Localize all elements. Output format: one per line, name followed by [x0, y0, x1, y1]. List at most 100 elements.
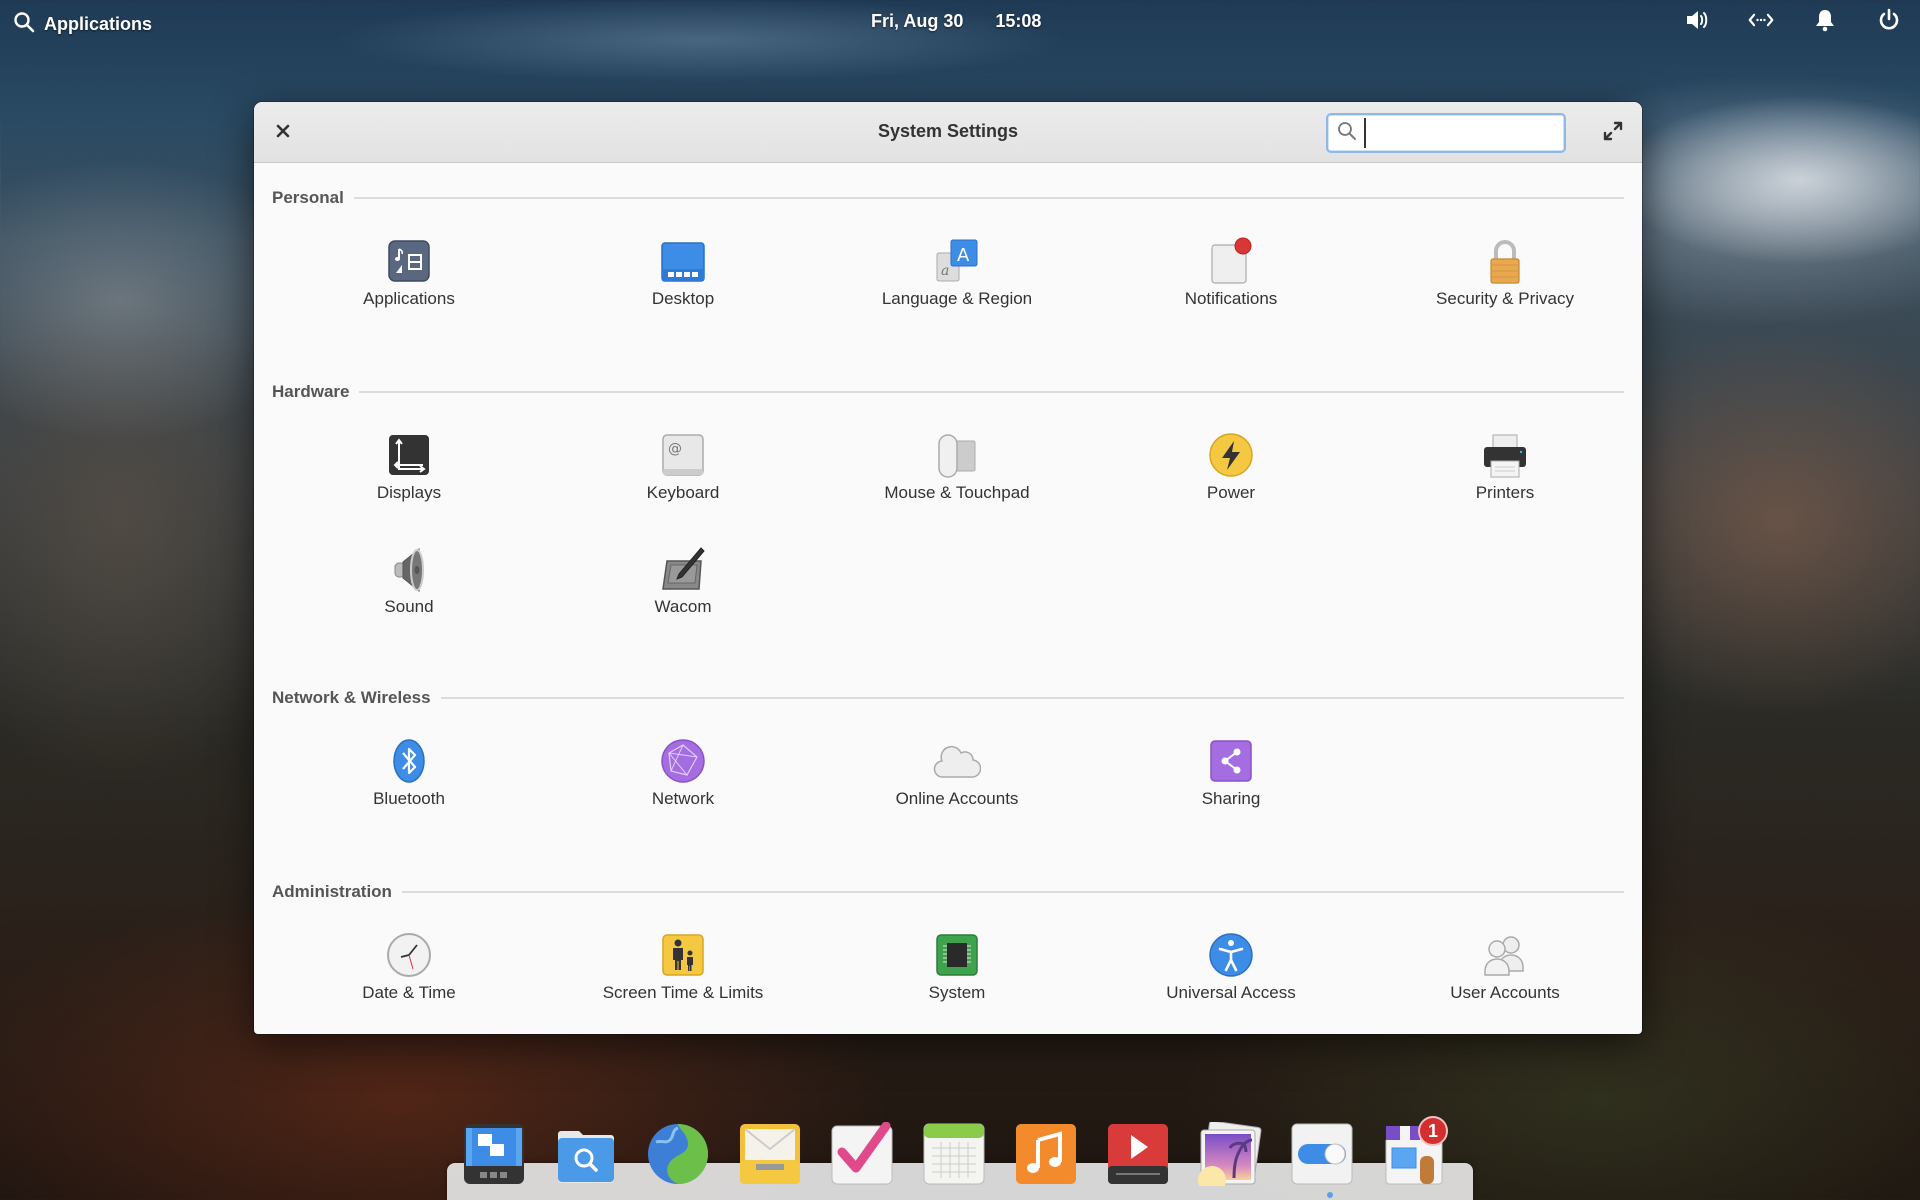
plug-system[interactable]: System: [820, 931, 1094, 1027]
checkmark-icon: [830, 1121, 894, 1190]
plug-label: Sharing: [1201, 789, 1261, 808]
plug-sound[interactable]: Sound: [272, 545, 546, 641]
search-field[interactable]: [1326, 113, 1566, 153]
dock-item-mail[interactable]: [738, 1122, 802, 1186]
section-divider: [440, 697, 1624, 699]
plug-label: Notifications: [1184, 289, 1278, 308]
search-icon: [1336, 120, 1358, 147]
cloud-icon: [933, 737, 981, 785]
session-indicator[interactable]: [1872, 8, 1906, 36]
plug-keyboard[interactable]: @ Keyboard: [546, 431, 820, 527]
notifications-icon: [1207, 237, 1255, 285]
plug-label: Network: [651, 789, 715, 808]
dock-item-photos[interactable]: [1198, 1120, 1262, 1194]
search-icon: [12, 10, 36, 39]
multitasking-icon: [462, 1124, 526, 1190]
printer-icon: [1481, 431, 1529, 479]
panel-date: Fri, Aug 30: [871, 11, 964, 31]
plug-wacom[interactable]: Wacom: [546, 545, 820, 641]
panel-time: 15:08: [995, 11, 1042, 31]
users-icon: [1481, 931, 1529, 979]
section-header-personal: Personal: [272, 185, 1624, 211]
plug-security-privacy[interactable]: Security & Privacy: [1368, 237, 1642, 333]
speaker-icon: [385, 545, 433, 593]
plug-universal-access[interactable]: Universal Access: [1094, 931, 1368, 1027]
calendar-icon: [922, 1123, 986, 1190]
clock-icon: [385, 931, 433, 979]
section-title: Hardware: [272, 382, 350, 401]
language-icon: aA: [933, 237, 981, 285]
plug-label: System: [928, 983, 986, 1002]
plug-label: Printers: [1475, 483, 1535, 502]
music-note-icon: [1014, 1124, 1078, 1190]
plug-label: Displays: [376, 483, 442, 502]
plug-screen-time-limits[interactable]: Screen Time & Limits: [546, 931, 820, 1027]
plug-online-accounts[interactable]: Online Accounts: [820, 737, 1094, 833]
dock-item-multitasking-view[interactable]: [462, 1122, 526, 1186]
running-indicator: [1327, 1192, 1333, 1198]
plug-label: Wacom: [654, 597, 712, 616]
plug-language-region[interactable]: aA Language & Region: [820, 237, 1094, 333]
plug-date-time[interactable]: Date & Time: [272, 931, 546, 1027]
update-count-badge: 1: [1418, 1116, 1448, 1146]
plug-label: Screen Time & Limits: [602, 983, 764, 1002]
panel-indicators: [1680, 8, 1906, 36]
dock-item-web-browser[interactable]: [646, 1122, 710, 1186]
maximize-button[interactable]: [1598, 118, 1628, 148]
dock-item-videos[interactable]: [1106, 1122, 1170, 1186]
plug-printers[interactable]: Printers: [1368, 431, 1642, 527]
plug-network[interactable]: Network: [546, 737, 820, 833]
padlock-icon: [1481, 237, 1529, 285]
maximize-icon: [1603, 121, 1623, 146]
network-wired-icon: [1748, 7, 1774, 38]
plug-label: Universal Access: [1166, 983, 1296, 1002]
share-icon: [1207, 737, 1255, 785]
plug-label: Applications: [363, 289, 455, 308]
plug-sharing[interactable]: Sharing: [1094, 737, 1368, 833]
notifications-bell-icon: [1812, 7, 1838, 38]
parental-icon: [659, 931, 707, 979]
section-header-hardware: Hardware: [272, 379, 1624, 405]
files-search-icon: [554, 1131, 618, 1190]
plug-power[interactable]: Power: [1094, 431, 1368, 527]
dock-item-appcenter[interactable]: 1: [1382, 1116, 1448, 1186]
section-header-network-wireless: Network & Wireless: [272, 685, 1624, 711]
plug-bluetooth[interactable]: Bluetooth: [272, 737, 546, 833]
section-hardware: Displays @ Keyboard Mouse & Touchpad Pow…: [272, 431, 1624, 641]
plug-user-accounts[interactable]: User Accounts: [1368, 931, 1642, 1027]
applications-menu-button[interactable]: Applications: [12, 10, 152, 39]
titlebar: System Settings: [254, 102, 1642, 163]
volume-indicator[interactable]: [1680, 8, 1714, 36]
toggle-switch-icon: [1290, 1123, 1354, 1190]
applications-label: Applications: [44, 14, 153, 34]
plug-applications[interactable]: Applications: [272, 237, 546, 333]
settings-content: Personal Applications Desktop aA Languag…: [254, 185, 1642, 1027]
date-time-indicator[interactable]: Fri, Aug 30 15:08: [871, 11, 1041, 32]
notifications-indicator[interactable]: [1808, 8, 1842, 36]
dock-item-calendar[interactable]: [922, 1122, 986, 1186]
network-globe-icon: [659, 737, 707, 785]
section-header-administration: Administration: [272, 879, 1624, 905]
section-divider: [353, 197, 1624, 199]
plug-label: Keyboard: [646, 483, 720, 502]
network-indicator[interactable]: [1744, 8, 1778, 36]
dock-item-tasks[interactable]: [830, 1121, 894, 1186]
mouse-icon: [933, 431, 981, 479]
accessibility-icon: [1207, 931, 1255, 979]
mail-icon: [738, 1124, 802, 1190]
dock-item-system-settings[interactable]: [1290, 1122, 1354, 1186]
plug-displays[interactable]: Displays: [272, 431, 546, 527]
plug-mouse-touchpad[interactable]: Mouse & Touchpad: [820, 431, 1094, 527]
power-icon: [1876, 7, 1902, 38]
dock-item-music[interactable]: [1014, 1122, 1078, 1186]
svg-text:a: a: [941, 263, 949, 279]
search-input[interactable]: [1364, 118, 1554, 148]
tablet-pen-icon: [659, 545, 707, 593]
plug-desktop[interactable]: Desktop: [546, 237, 820, 333]
displays-icon: [385, 431, 433, 479]
dock-item-files[interactable]: [554, 1122, 618, 1186]
section-divider: [359, 391, 1624, 393]
section-title: Personal: [272, 188, 344, 207]
plug-notifications[interactable]: Notifications: [1094, 237, 1368, 333]
plug-label: Date & Time: [362, 983, 456, 1002]
